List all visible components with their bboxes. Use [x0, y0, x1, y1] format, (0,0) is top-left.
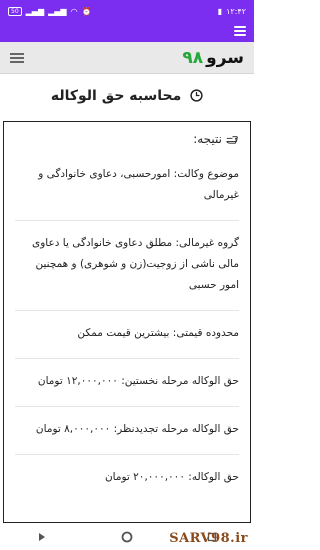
result-item-price-range: محدوده قیمتی: بیشترین قیمت ممکن	[15, 311, 239, 359]
result-header: نتیجه:	[4, 122, 250, 146]
battery-icon: 50	[8, 6, 22, 16]
result-list: موضوع وکالت: امورحسبی، دعاوی خانوادگی و …	[4, 146, 250, 502]
back-icon[interactable]	[37, 532, 47, 542]
home-icon[interactable]	[121, 531, 133, 543]
page-title-text: محاسبه حق الوکاله	[50, 88, 182, 104]
site-watermark: SARV98.ir	[169, 531, 248, 546]
alarm-icon: ⏰	[81, 6, 92, 16]
result-header-label: نتیجه:	[193, 132, 222, 146]
result-item-appeal-fee: حق الوکاله مرحله تجدیدنظر: ۸,۰۰۰,۰۰۰ توم…	[15, 407, 239, 455]
result-item-first-stage-fee: حق الوکاله مرحله نخستین: ۱۲,۰۰۰,۰۰۰ توما…	[15, 359, 239, 407]
wifi-icon: ◠	[70, 6, 78, 16]
logo-text: سرو	[206, 47, 244, 68]
site-logo[interactable]: سرو ۹۸	[182, 48, 244, 68]
logo-number: ۹۸	[182, 47, 204, 68]
clock-icon	[190, 89, 203, 102]
status-bar: 50 ▂▄▆ ▂▄▆ ◠ ⏰ ▮ ۱۲:۴۲	[0, 0, 254, 22]
result-card: نتیجه: موضوع وکالت: امورحسبی، دعاوی خانو…	[3, 121, 251, 523]
hand-pointer-icon	[226, 135, 238, 144]
signal-2-icon: ▂▄▆	[48, 6, 67, 16]
status-time: ۱۲:۴۲	[226, 6, 246, 16]
top-band	[0, 22, 254, 42]
result-item-subject: موضوع وکالت: امورحسبی، دعاوی خانوادگی و …	[15, 146, 239, 221]
hamburger-icon[interactable]	[10, 52, 24, 63]
app-bar: سرو ۹۸	[0, 42, 254, 74]
status-indicators: 50 ▂▄▆ ▂▄▆ ◠ ⏰	[8, 6, 92, 16]
result-item-total-fee: حق الوکاله: ۲۰,۰۰۰,۰۰۰ تومان	[104, 471, 239, 483]
result-item-group: گروه غیرمالی: مطلق دعاوی خانوادگی یا دعا…	[15, 221, 239, 311]
notification-icon: ▮	[217, 6, 223, 16]
signal-icon: ▂▄▆	[25, 6, 45, 16]
page-title: محاسبه حق الوکاله	[0, 88, 254, 104]
menu-icon[interactable]	[234, 26, 246, 36]
